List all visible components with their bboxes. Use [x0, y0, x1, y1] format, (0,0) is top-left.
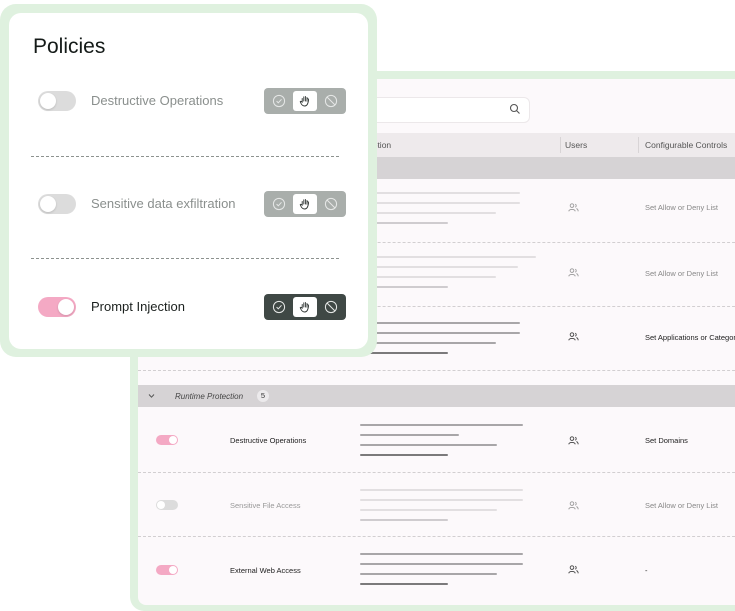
configurable-control[interactable]: - — [645, 566, 648, 575]
users-icon[interactable] — [568, 501, 579, 510]
block-option[interactable] — [319, 91, 343, 111]
description-placeholder-line — [368, 202, 520, 204]
row-toggle[interactable] — [156, 435, 178, 445]
hand-icon — [299, 199, 310, 210]
description-placeholder-line — [368, 322, 520, 324]
policy-label: Prompt Injection — [91, 299, 185, 314]
policies-card: Policies Destructive Operations Sensitiv — [0, 4, 377, 357]
description-placeholder-line — [360, 434, 459, 436]
description-placeholder-line — [360, 499, 523, 501]
table-row[interactable]: Destructive Operations Set Domains — [138, 409, 735, 473]
configurable-control[interactable]: Set Applications or Categor — [645, 333, 735, 342]
check-icon — [272, 197, 286, 211]
group-count-badge: 5 — [257, 390, 269, 402]
users-icon[interactable] — [568, 268, 579, 277]
review-option[interactable] — [293, 194, 317, 214]
toggle-knob — [58, 299, 74, 315]
policy-row-prompt-injection: Prompt Injection — [9, 289, 368, 325]
block-icon — [324, 197, 338, 211]
action-selector — [264, 294, 346, 320]
toggle-knob — [40, 196, 56, 212]
policy-label: Sensitive data exfiltration — [91, 196, 236, 211]
column-divider — [560, 137, 561, 153]
toggle-knob — [169, 436, 177, 444]
group-label: Runtime Protection — [175, 392, 244, 401]
row-toggle[interactable] — [156, 500, 178, 510]
hand-icon — [299, 96, 310, 107]
block-option[interactable] — [319, 194, 343, 214]
page-title: Policies — [33, 35, 106, 58]
configurable-control[interactable]: Set Domains — [645, 436, 688, 445]
description-placeholder-line — [360, 444, 497, 446]
description-placeholder-line — [360, 563, 523, 565]
description-placeholder-line — [360, 489, 523, 491]
column-divider — [638, 137, 639, 153]
description-placeholder-line — [368, 256, 536, 258]
description-placeholder-line — [368, 286, 448, 288]
description-placeholder-line — [368, 276, 496, 278]
check-icon — [272, 94, 286, 108]
table-row[interactable]: External Web Access - — [138, 537, 735, 601]
description-placeholder-line — [360, 509, 497, 511]
block-icon — [324, 94, 338, 108]
toggle-knob — [157, 501, 165, 509]
description-placeholder-line — [368, 342, 496, 344]
users-icon[interactable] — [568, 436, 579, 445]
column-header-controls: Configurable Controls — [645, 140, 728, 150]
allow-option[interactable] — [267, 297, 291, 317]
users-icon[interactable] — [568, 565, 579, 574]
action-selector — [264, 88, 346, 114]
row-name: Destructive Operations — [230, 436, 307, 445]
description-placeholder-line — [368, 352, 448, 354]
row-divider — [138, 370, 735, 371]
policy-label: Destructive Operations — [91, 93, 224, 108]
policy-toggle[interactable] — [38, 297, 76, 317]
description-placeholder-line — [368, 222, 448, 224]
description-placeholder-line — [360, 519, 448, 521]
users-icon[interactable] — [568, 203, 579, 212]
description-placeholder-line — [360, 573, 497, 575]
review-option[interactable] — [293, 297, 317, 317]
toggle-knob — [169, 566, 177, 574]
search-input[interactable] — [368, 97, 530, 123]
configurable-control[interactable]: Set Allow or Deny List — [645, 269, 718, 278]
search-icon[interactable] — [509, 103, 521, 115]
row-toggle[interactable] — [156, 565, 178, 575]
chevron-down-icon[interactable] — [148, 393, 155, 399]
row-name: Sensitive File Access — [230, 501, 301, 510]
description-placeholder-line — [360, 553, 523, 555]
configurable-control[interactable]: Set Allow or Deny List — [645, 203, 718, 212]
description-placeholder-line — [360, 583, 448, 585]
description-placeholder-line — [360, 424, 523, 426]
allow-option[interactable] — [267, 194, 291, 214]
policy-toggle[interactable] — [38, 194, 76, 214]
policy-row-sensitive-data-exfiltration: Sensitive data exfiltration — [9, 186, 368, 222]
description-placeholder-line — [368, 212, 496, 214]
divider — [31, 156, 339, 157]
description-placeholder-line — [368, 332, 520, 334]
policies-card-body: Policies Destructive Operations Sensitiv — [9, 13, 368, 349]
row-name: External Web Access — [230, 566, 301, 575]
allow-option[interactable] — [267, 91, 291, 111]
block-icon — [324, 300, 338, 314]
description-placeholder-line — [368, 192, 520, 194]
divider — [31, 258, 339, 259]
block-option[interactable] — [319, 297, 343, 317]
table-row[interactable]: Sensitive File Access Set Allow or Deny … — [138, 473, 735, 537]
description-placeholder-line — [360, 454, 448, 456]
description-placeholder-line — [368, 266, 518, 268]
policy-toggle[interactable] — [38, 91, 76, 111]
column-header-users: Users — [565, 140, 588, 150]
hand-icon — [299, 302, 310, 313]
action-selector — [264, 191, 346, 217]
policy-row-destructive-operations: Destructive Operations — [9, 83, 368, 119]
configurable-control[interactable]: Set Allow or Deny List — [645, 501, 718, 510]
group-header-runtime-protection[interactable]: Runtime Protection 5 — [138, 385, 735, 407]
check-icon — [272, 300, 286, 314]
review-option[interactable] — [293, 91, 317, 111]
users-icon[interactable] — [568, 332, 579, 341]
toggle-knob — [40, 93, 56, 109]
